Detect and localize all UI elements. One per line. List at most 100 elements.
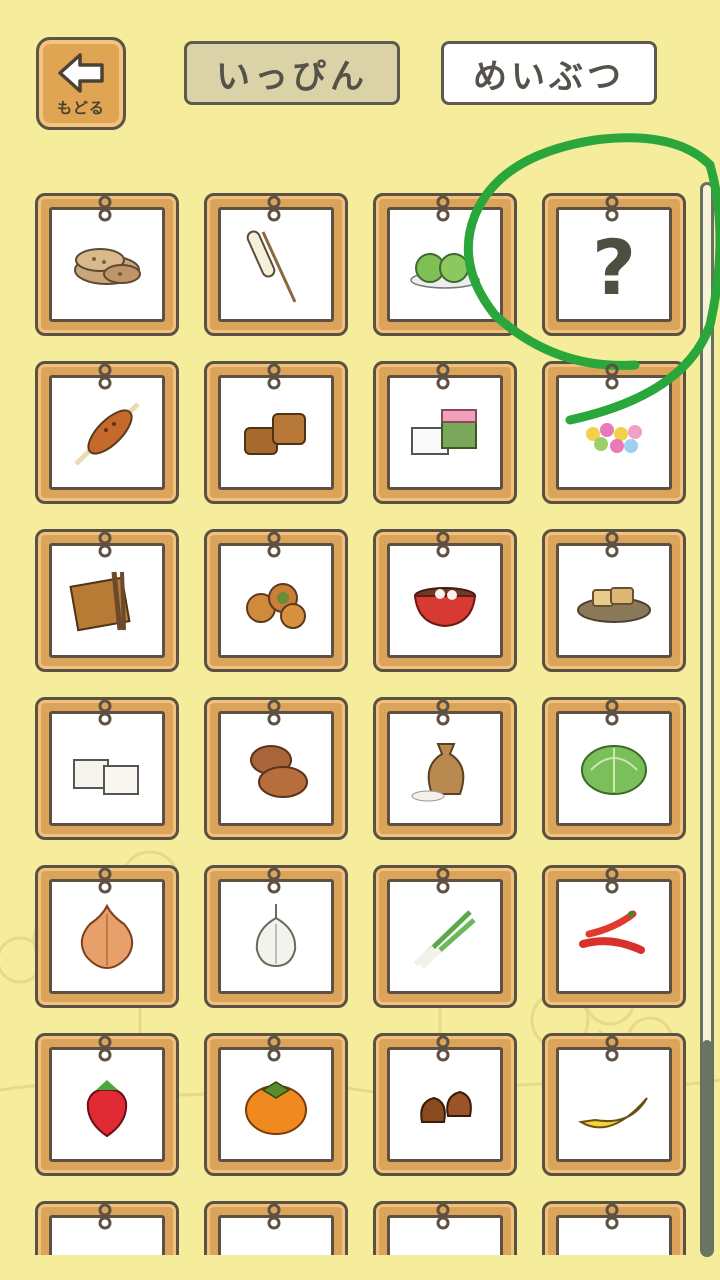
card-hook-icon xyxy=(98,363,112,390)
card-hook-icon xyxy=(267,867,281,894)
red-soup-bowl-icon xyxy=(413,586,477,627)
card-hook-icon xyxy=(436,1035,450,1062)
back-arrow-icon xyxy=(58,53,104,93)
card-hook-icon xyxy=(436,1203,450,1230)
rice-sack-icon xyxy=(411,742,465,801)
item-slot xyxy=(556,879,672,994)
item-card[interactable] xyxy=(542,697,686,840)
item-slot xyxy=(49,1047,165,1162)
item-card[interactable]: ? xyxy=(542,193,686,336)
card-hook-icon xyxy=(436,867,450,894)
card-hook-icon xyxy=(267,531,281,558)
item-slot xyxy=(218,543,334,658)
manju-icon xyxy=(250,744,308,798)
card-hook-icon xyxy=(605,867,619,894)
item-card[interactable] xyxy=(35,1033,179,1176)
green-onion-icon xyxy=(414,909,476,968)
item-slot xyxy=(218,207,334,322)
item-card[interactable] xyxy=(373,697,517,840)
item-card[interactable] xyxy=(373,361,517,504)
card-hook-icon xyxy=(605,195,619,222)
card-hook-icon xyxy=(98,1203,112,1230)
card-hook-icon xyxy=(267,363,281,390)
item-card[interactable] xyxy=(35,865,179,1008)
item-slot xyxy=(218,375,334,490)
item-card[interactable] xyxy=(204,865,348,1008)
card-hook-icon xyxy=(436,195,450,222)
item-card[interactable] xyxy=(204,1201,348,1255)
partial-item-icon xyxy=(571,1230,657,1256)
strawberry-icon xyxy=(86,1079,128,1137)
back-button-label: もどる xyxy=(57,99,105,117)
item-card[interactable] xyxy=(204,697,348,840)
grilled-dango-icon xyxy=(74,401,140,466)
colorful-candy-icon xyxy=(586,422,642,453)
item-slot xyxy=(49,711,165,826)
cabbage-icon xyxy=(581,744,647,795)
card-hook-icon xyxy=(98,195,112,222)
card-hook-icon xyxy=(436,363,450,390)
item-slot xyxy=(49,543,165,658)
card-hook-icon xyxy=(605,1035,619,1062)
item-card[interactable] xyxy=(542,529,686,672)
item-slot xyxy=(387,543,503,658)
item-card[interactable] xyxy=(35,361,179,504)
item-card[interactable] xyxy=(373,1033,517,1176)
item-card[interactable] xyxy=(204,193,348,336)
partial-item-icon xyxy=(64,1230,150,1256)
item-slot xyxy=(218,879,334,994)
item-slot xyxy=(49,207,165,322)
persimmon-icon xyxy=(245,1080,307,1135)
card-hook-icon xyxy=(436,531,450,558)
tab-items[interactable]: いっぴん xyxy=(184,41,400,105)
garlic-icon xyxy=(255,903,297,967)
skewer-icon xyxy=(246,230,297,303)
item-card[interactable] xyxy=(35,697,179,840)
card-hook-icon xyxy=(267,1203,281,1230)
item-slot xyxy=(387,711,503,826)
item-card[interactable] xyxy=(373,193,517,336)
item-slot xyxy=(556,711,672,826)
item-slot xyxy=(49,879,165,994)
item-slot xyxy=(49,375,165,490)
chili-pepper-icon xyxy=(579,910,645,954)
fried-tofu-plate-icon xyxy=(577,586,651,623)
card-hook-icon xyxy=(98,1035,112,1062)
card-hook-icon xyxy=(605,1203,619,1230)
tab-treasures[interactable]: めいぶつ xyxy=(441,41,657,105)
item-card[interactable] xyxy=(542,1201,686,1255)
item-card[interactable] xyxy=(204,361,348,504)
item-slot xyxy=(387,375,503,490)
item-slot xyxy=(387,879,503,994)
scrollbar-thumb[interactable] xyxy=(702,1040,712,1257)
item-slot xyxy=(556,543,672,658)
item-slot xyxy=(387,1047,503,1162)
item-card[interactable] xyxy=(542,1033,686,1176)
question-mark-icon: ? xyxy=(591,222,637,312)
card-hook-icon xyxy=(267,699,281,726)
dried-food-bundle-icon xyxy=(69,571,131,631)
chestnut-icon xyxy=(420,1090,472,1123)
banana-icon xyxy=(578,1096,648,1128)
item-card[interactable] xyxy=(373,1201,517,1255)
brown-cubes-icon xyxy=(244,412,306,455)
item-card[interactable] xyxy=(542,361,686,504)
item-card[interactable] xyxy=(35,529,179,672)
item-card[interactable] xyxy=(35,193,179,336)
card-hook-icon xyxy=(436,699,450,726)
item-card[interactable] xyxy=(35,1201,179,1255)
back-button[interactable]: もどる xyxy=(36,37,126,130)
item-card[interactable] xyxy=(373,865,517,1008)
onion-icon xyxy=(80,903,134,969)
item-card[interactable] xyxy=(204,1033,348,1176)
card-hook-icon xyxy=(267,1035,281,1062)
item-card[interactable] xyxy=(373,529,517,672)
round-buns-icon xyxy=(246,582,306,629)
card-hook-icon xyxy=(98,867,112,894)
item-card[interactable] xyxy=(542,865,686,1008)
item-card[interactable] xyxy=(204,529,348,672)
item-slot xyxy=(218,1047,334,1162)
partial-item-icon xyxy=(233,1230,319,1256)
senbei-icon xyxy=(74,247,141,285)
item-slot: ? xyxy=(556,207,672,322)
